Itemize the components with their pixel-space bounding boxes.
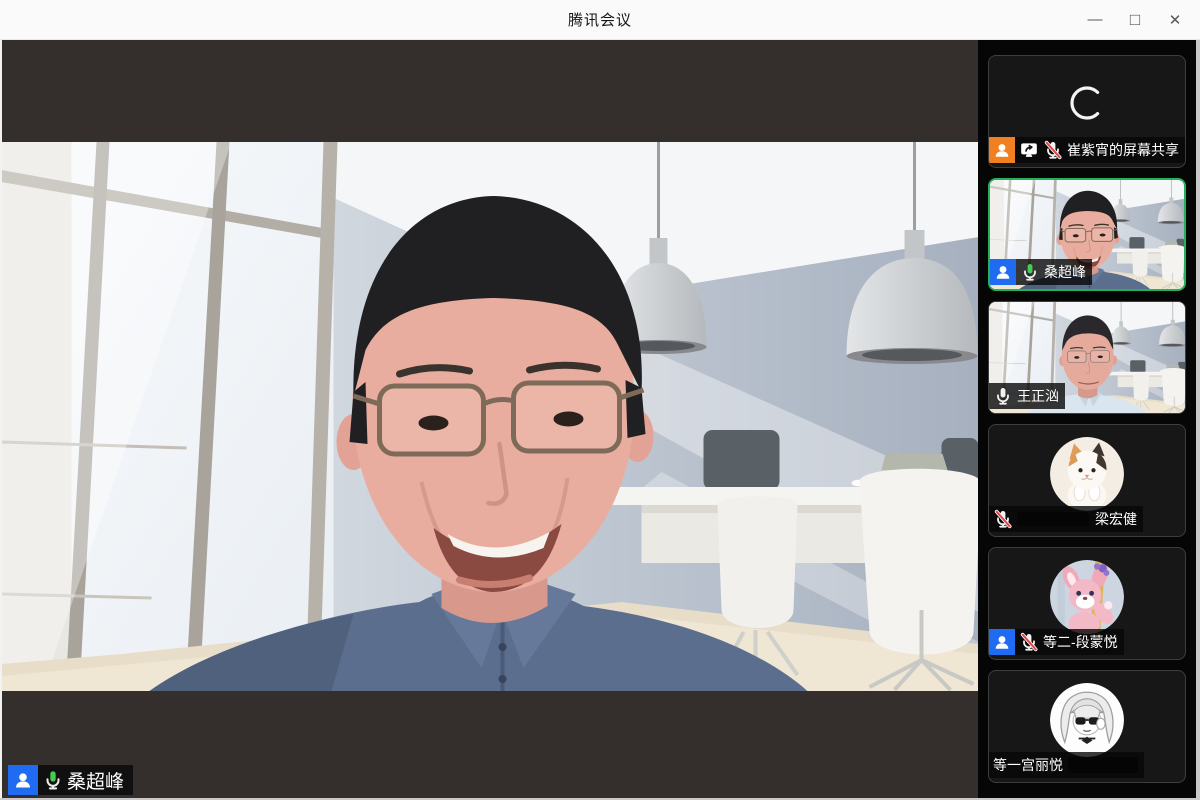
person-icon bbox=[994, 263, 1012, 281]
window-title: 腾讯会议 bbox=[0, 9, 1200, 30]
participant-tile-avatar[interactable]: 梁宏健 bbox=[988, 424, 1186, 537]
member-badge bbox=[990, 259, 1016, 285]
main-speaker-label: 桑超峰 bbox=[8, 765, 133, 795]
participant-tile-video[interactable]: 王正汹 bbox=[988, 301, 1186, 414]
mic-muted-icon bbox=[993, 509, 1013, 529]
participant-label: 等二-段蒙悦 bbox=[989, 629, 1124, 655]
participant-tile-screen-share[interactable]: 崔紫宵的屏幕共享 bbox=[988, 55, 1186, 168]
window-controls: — □ ✕ bbox=[1078, 5, 1200, 35]
avatar bbox=[1050, 683, 1124, 757]
loading-spinner-icon bbox=[1065, 81, 1109, 125]
person-icon bbox=[13, 770, 33, 790]
avatar bbox=[1050, 437, 1124, 511]
participant-name: 王正汹 bbox=[1017, 386, 1059, 406]
participant-label: 崔紫宵的屏幕共享 bbox=[989, 137, 1185, 163]
member-badge bbox=[989, 629, 1015, 655]
participant-name: 崔紫宵的屏幕共享 bbox=[1067, 140, 1179, 160]
member-badge bbox=[8, 765, 38, 795]
participant-label: 桑超峰 bbox=[990, 259, 1092, 285]
main-video-feed[interactable] bbox=[2, 142, 978, 691]
participant-label: 王正汹 bbox=[989, 383, 1065, 409]
redaction-bar bbox=[1068, 757, 1138, 773]
mic-on-icon bbox=[42, 769, 64, 791]
participant-tile-avatar[interactable]: 等一宫丽悦 bbox=[988, 670, 1186, 783]
anime-avatar-image bbox=[1050, 683, 1124, 757]
mic-muted-icon bbox=[1043, 140, 1063, 160]
member-badge bbox=[989, 137, 1015, 163]
participant-name: 等二-段蒙悦 bbox=[1043, 632, 1118, 652]
participant-label: 梁宏健 bbox=[989, 506, 1143, 532]
mic-muted-icon bbox=[1019, 632, 1039, 652]
participant-label: 等一宫丽悦 bbox=[989, 752, 1144, 778]
meeting-content: 桑超峰 崔紫宵 bbox=[0, 40, 1200, 798]
participant-name: 桑超峰 bbox=[1044, 262, 1086, 282]
mic-on-icon bbox=[993, 386, 1013, 406]
avatar bbox=[1050, 560, 1124, 634]
titlebar: 腾讯会议 — □ ✕ bbox=[0, 0, 1200, 40]
participant-sidebar: 崔紫宵的屏幕共享 桑超峰 bbox=[978, 40, 1200, 798]
plush-avatar-image bbox=[1050, 560, 1124, 634]
redaction-bar bbox=[1017, 512, 1089, 526]
main-speaker-name: 桑超峰 bbox=[67, 767, 124, 794]
maximize-button[interactable]: □ bbox=[1118, 5, 1152, 35]
sidebar-scrollbar[interactable] bbox=[1196, 40, 1200, 798]
person-icon bbox=[993, 141, 1011, 159]
main-stage[interactable]: 桑超峰 bbox=[0, 40, 978, 798]
tencent-meeting-window: 腾讯会议 — □ ✕ 桑超峰 bbox=[0, 0, 1200, 800]
mic-on-icon bbox=[1020, 262, 1040, 282]
participant-name: 梁宏健 bbox=[1095, 509, 1137, 529]
person-icon bbox=[993, 633, 1011, 651]
participant-tile-self[interactable]: 桑超峰 bbox=[988, 178, 1186, 291]
screen-share-icon bbox=[1019, 140, 1039, 160]
participant-name: 等一宫丽悦 bbox=[993, 755, 1063, 775]
cat-avatar-image bbox=[1050, 437, 1124, 511]
minimize-button[interactable]: — bbox=[1078, 5, 1112, 35]
participant-tile-avatar[interactable]: 等二-段蒙悦 bbox=[988, 547, 1186, 660]
close-button[interactable]: ✕ bbox=[1158, 5, 1192, 35]
